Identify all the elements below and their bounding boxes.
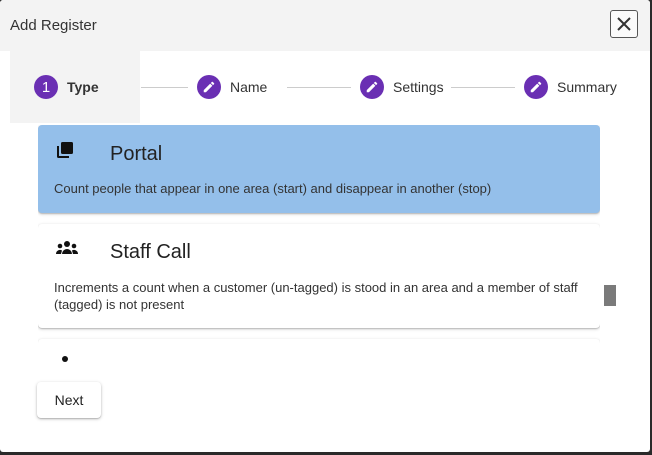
card-description: Count people that appear in one area (st… bbox=[54, 181, 492, 196]
register-type-card-portal[interactable]: Portal Count people that appear in one a… bbox=[38, 125, 600, 213]
register-type-card-staff-call[interactable]: Staff Call Increments a count when a cus… bbox=[38, 224, 600, 328]
person-icon bbox=[56, 355, 74, 362]
step-label: Summary bbox=[557, 79, 617, 95]
edit-icon bbox=[197, 75, 221, 99]
step-type[interactable]: 1 Type bbox=[34, 75, 99, 99]
scrollbar-thumb[interactable] bbox=[604, 285, 616, 306]
close-icon bbox=[617, 17, 631, 31]
step-connector bbox=[287, 87, 351, 88]
step-label: Settings bbox=[393, 79, 444, 95]
step-label: Type bbox=[67, 79, 99, 95]
close-button[interactable] bbox=[610, 10, 638, 38]
step-summary[interactable]: Summary bbox=[524, 75, 617, 99]
step-connector bbox=[141, 87, 188, 88]
card-title: Staff Call bbox=[110, 241, 191, 263]
dialog-header: Add Register bbox=[0, 0, 650, 51]
card-title: Portal bbox=[110, 143, 163, 165]
step-settings[interactable]: Settings bbox=[360, 75, 444, 99]
step-connector bbox=[451, 87, 515, 88]
step-name[interactable]: Name bbox=[197, 75, 267, 99]
register-type-card-partial[interactable] bbox=[38, 339, 600, 362]
card-description: Increments a count when a customer (un-t… bbox=[54, 280, 578, 312]
edit-icon bbox=[524, 75, 548, 99]
edit-icon bbox=[360, 75, 384, 99]
next-button[interactable]: Next bbox=[37, 382, 101, 418]
people-group-icon bbox=[55, 240, 79, 261]
step-label: Name bbox=[230, 79, 268, 95]
stepper: 1 Type Name Settings Summary bbox=[0, 51, 650, 123]
step-number-badge: 1 bbox=[34, 75, 58, 99]
add-register-dialog: Add Register 1 Type Name Settings Summar… bbox=[0, 0, 650, 452]
dialog-title: Add Register bbox=[10, 17, 97, 34]
register-type-list: Portal Count people that appear in one a… bbox=[38, 125, 600, 362]
copy-stack-icon bbox=[56, 141, 74, 164]
